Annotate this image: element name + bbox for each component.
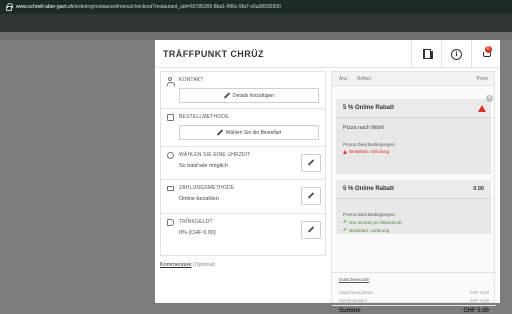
column-item: Artikel	[357, 75, 371, 82]
promo-price: 0.00	[473, 186, 484, 192]
promo-item: 5 % Online Rabatt × Pizza nach Wahl Prom…	[336, 95, 493, 174]
promo-title: 5 % Online Rabatt	[343, 105, 395, 111]
restaurant-title: TRÄFFPUNKT CHRÜZ	[163, 48, 264, 59]
menu-button[interactable]	[411, 40, 441, 68]
clock-icon	[167, 152, 174, 159]
add-contact-details-button[interactable]: Details hinzufügen	[179, 88, 319, 103]
promo-title: 5 % Online Rabatt	[343, 186, 395, 192]
condition-text: Nur einmal pro Warenkorb	[349, 219, 402, 225]
lock-icon	[6, 2, 13, 11]
warning-icon	[478, 105, 486, 112]
section-uhrzeit: WÄHLEN SIE EINE UHRZEIT So bald wie mögl…	[161, 147, 325, 180]
address-url[interactable]: www.schnell-aber-guet.ch/ordering/restau…	[16, 4, 281, 10]
choose-order-method-button[interactable]: Wählen Sie die Bestellart	[179, 125, 319, 140]
pencil-icon	[308, 227, 314, 233]
promo-subtitle: Pizza nach Wahl	[343, 125, 384, 131]
edit-time-button[interactable]	[301, 154, 321, 172]
button-label: Details hinzufügen	[232, 92, 275, 99]
button-label: Wählen Sie die Bestellart	[225, 129, 282, 136]
comments-toggle[interactable]: Kommentare (Optional)	[160, 262, 215, 268]
column-qty: Anz	[339, 75, 348, 82]
subtotal-label: Zwischensumme	[339, 290, 373, 295]
promo-conditions-label: Promo Deal Bedingungen:	[343, 212, 396, 217]
warning-icon	[343, 149, 347, 154]
checkout-modal: TRÄFFPUNKT CHRÜZ i 0 KONTAKT Details hin…	[155, 40, 500, 314]
section-zahlung: ZAHLUNGSMETHODE Online bezahlen	[161, 180, 325, 214]
pencil-icon	[224, 93, 230, 99]
cart-table-header: Anz Artikel Preis	[332, 72, 494, 86]
page-header-backdrop	[0, 14, 512, 32]
section-label: BESTELLMETHODE	[179, 114, 229, 120]
section-kontakt: KONTAKT Details hinzufügen	[161, 72, 325, 109]
condition-text: Bestellart: Lieferung	[349, 227, 390, 233]
cart-button[interactable]: 0	[471, 40, 501, 68]
overlay-backdrop	[0, 32, 512, 40]
section-trinkgeld: TRINKGELD? 0% (CHF 0.00)	[161, 214, 325, 247]
promo-item: 5 % Online Rabatt 0.00 Promo Deal Beding…	[336, 180, 491, 234]
menu-book-icon	[422, 49, 433, 59]
pencil-icon	[308, 193, 314, 199]
section-label: KONTAKT	[179, 77, 204, 83]
total-label: Summe	[339, 308, 361, 314]
pencil-icon	[308, 160, 314, 166]
promo-condition: ✔ Bestellart: Lieferung	[343, 227, 484, 233]
cart-summary: Anz Artikel Preis 5 % Online Rabatt × Pi…	[331, 71, 496, 314]
promo-title-bar: 5 % Online Rabatt 0.00	[336, 180, 491, 199]
browser-address-bar[interactable]: www.schnell-aber-guet.ch/ordering/restau…	[0, 0, 512, 14]
info-icon: i	[451, 48, 462, 60]
service-fee-label: Systemkosten	[339, 298, 368, 303]
cart-count-badge: 0	[484, 46, 492, 53]
service-fee-row: Systemkosten CHF 0.00	[339, 298, 489, 303]
divider	[332, 272, 496, 273]
total-row: Summe CHF 0.00	[332, 305, 496, 314]
edit-tip-button[interactable]	[301, 221, 321, 239]
subtotal-row: Zwischensumme CHF 0.00	[339, 290, 489, 295]
check-icon: ✔	[343, 227, 348, 233]
modal-header: TRÄFFPUNKT CHRÜZ i 0	[155, 40, 500, 68]
voucher-code-link[interactable]: Gutscheincode	[339, 277, 369, 282]
cart-icon: 0	[482, 46, 492, 59]
total-value: CHF 0.00	[463, 308, 489, 314]
pencil-icon	[217, 130, 223, 136]
document-icon	[167, 114, 174, 121]
column-price: Preis	[476, 75, 488, 82]
remove-item-button[interactable]: ×	[486, 95, 493, 102]
promo-conditions-label: Promo Deal Bedingungen:	[343, 142, 396, 147]
checkout-form: KONTAKT Details hinzufügen BESTELLMETHOD…	[160, 71, 326, 256]
user-icon	[167, 77, 175, 86]
promo-title-bar: 5 % Online Rabatt ×	[336, 95, 493, 118]
section-bestellmethode: BESTELLMETHODE Wählen Sie die Bestellart	[161, 109, 325, 147]
subtotal-value: CHF 0.00	[469, 290, 489, 295]
promo-condition: ✔ Nur einmal pro Warenkorb	[343, 219, 484, 225]
condition-text: Bestellart: Abholung	[349, 149, 390, 154]
promo-condition: Bestellart: Abholung	[343, 149, 484, 154]
service-fee-value: CHF 0.00	[469, 298, 489, 303]
optional-hint: (Optional)	[193, 262, 215, 268]
credit-card-icon	[167, 186, 174, 191]
comments-link[interactable]: Kommentare	[160, 262, 192, 268]
edit-payment-button[interactable]	[301, 187, 321, 205]
check-icon: ✔	[343, 219, 348, 225]
info-button[interactable]: i	[441, 40, 471, 68]
tag-icon	[167, 219, 174, 226]
